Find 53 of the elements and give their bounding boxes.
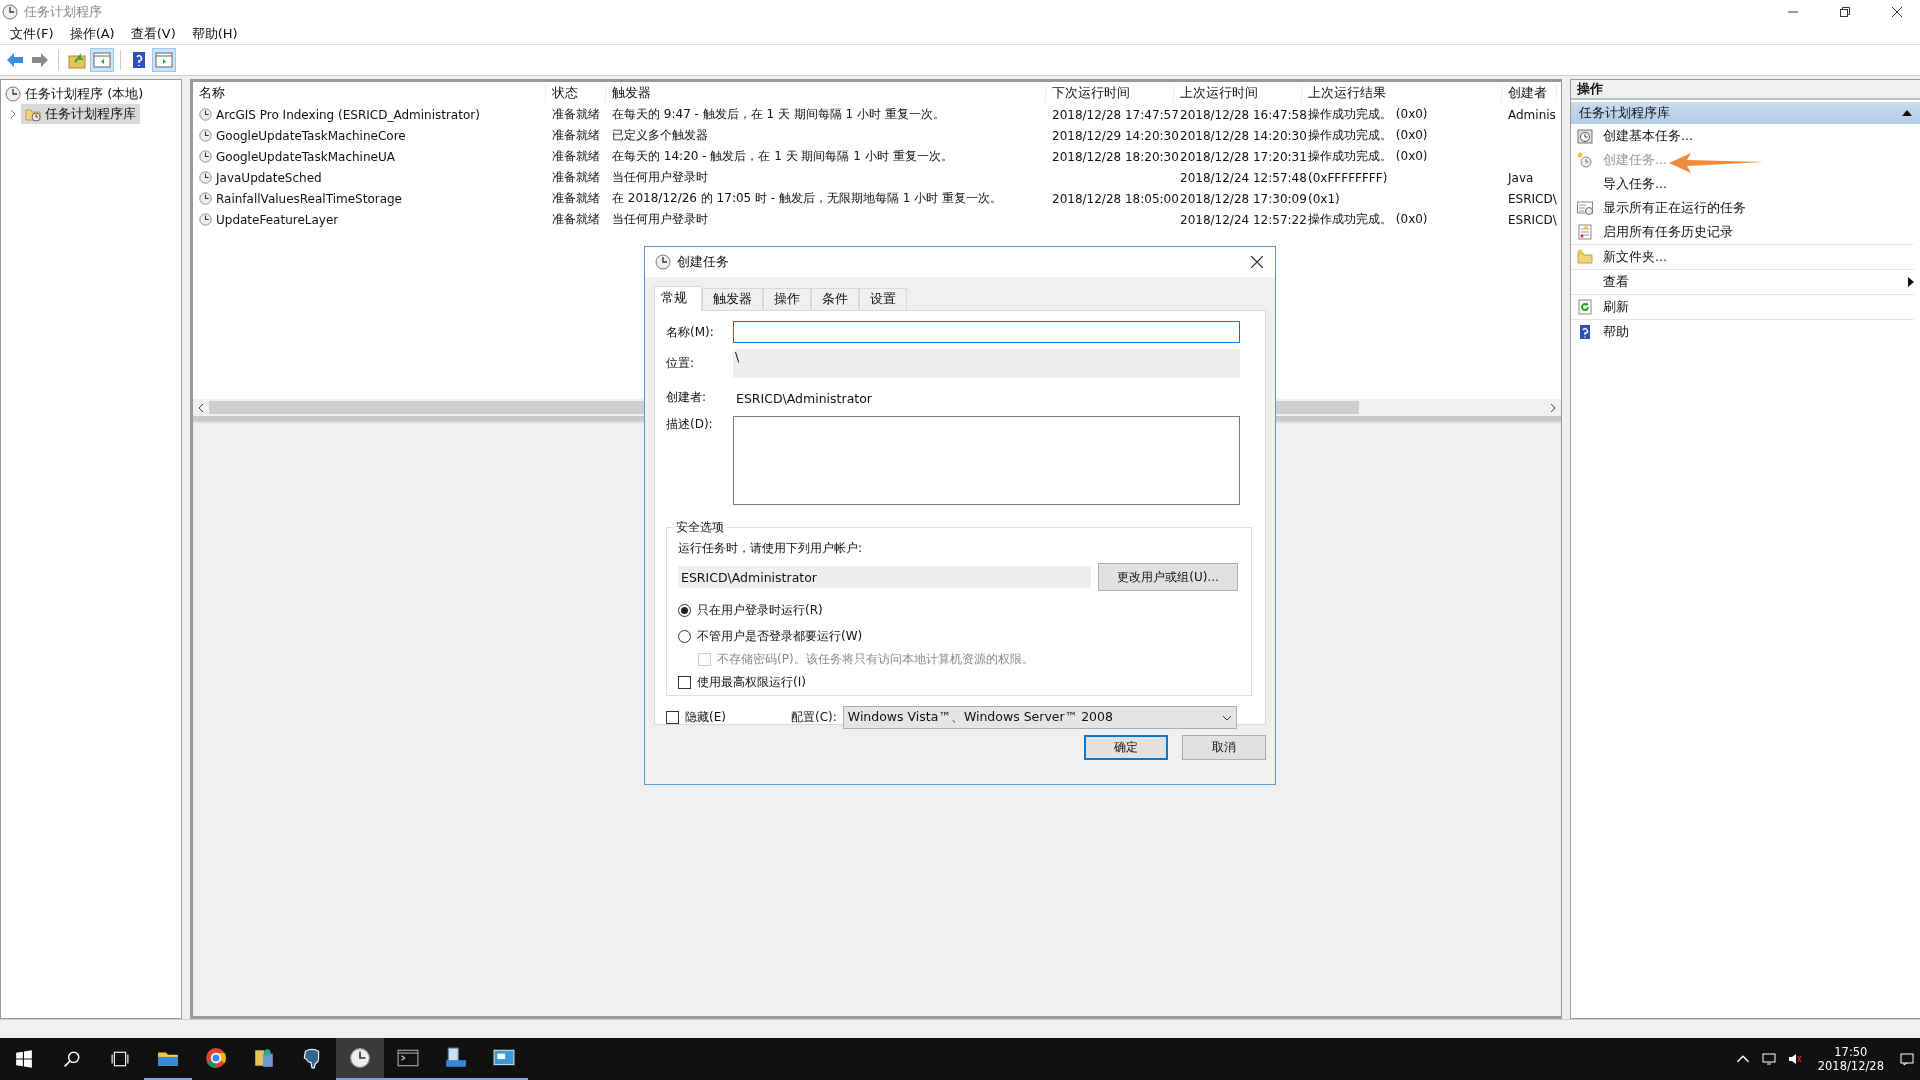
table-cell: ESRICD\ — [1508, 212, 1557, 227]
table-cell: 2018/12/28 17:30:09 — [1180, 191, 1307, 206]
table-cell: 2018/12/28 17:47:57 — [1052, 107, 1179, 122]
table-cell: (0xFFFFFFFF) — [1308, 170, 1388, 185]
table-cell: 2018/12/29 14:20:30 — [1052, 128, 1179, 143]
table-cell: 在每天的 9:47 - 触发后，在 1 天 期间每隔 1 小时 重复一次。 — [612, 106, 945, 123]
panel-header: 操作 — [1571, 80, 1920, 100]
table-cell: 在每天的 14:20 - 触发后，在 1 天 期间每隔 1 小时 重复一次。 — [612, 148, 953, 165]
location-field: \ — [733, 349, 1240, 378]
table-cell: 准备就绪 — [552, 127, 600, 144]
table-cell: 操作成功完成。 (0x0) — [1308, 148, 1428, 165]
table-cell: GoogleUpdateTaskMachineUA — [216, 149, 395, 164]
table-cell: 操作成功完成。 (0x0) — [1308, 127, 1428, 144]
table-cell: 在 2018/12/26 的 17:05 时 - 触发后，无限期地每隔 1 小时 重复一次。 — [612, 190, 1003, 207]
account-field: ESRICD\Administrator — [678, 566, 1091, 588]
table-cell: UpdateFeatureLayer — [216, 212, 339, 227]
clock-date: 2018/12/28 — [1817, 1059, 1884, 1073]
table-cell: 操作成功完成。 (0x0) — [1308, 211, 1428, 228]
table-cell: 2018/12/28 16:47:58 — [1180, 107, 1307, 122]
window-title: 任务计划程序 — [24, 3, 102, 21]
field-label: 描述(D): — [666, 416, 714, 433]
table-cell: (0x1) — [1308, 191, 1340, 206]
table-cell: 准备就绪 — [552, 106, 600, 123]
table-cell: GoogleUpdateTaskMachineCore — [216, 128, 406, 143]
table-cell: 操作成功完成。 (0x0) — [1308, 106, 1428, 123]
table-cell: 2018/12/24 12:57:48 — [1180, 170, 1307, 185]
table-cell: Adminis — [1508, 107, 1556, 122]
table-cell: 准备就绪 — [552, 190, 600, 207]
table-cell: 准备就绪 — [552, 169, 600, 186]
field-label: 创建者: — [666, 388, 708, 406]
table-cell: 2018/12/28 18:20:30 — [1052, 149, 1179, 164]
group-title: 安全选项 — [673, 519, 727, 536]
table-cell: JavaUpdateSched — [216, 170, 322, 185]
table-cell: 2018/12/24 12:57:22 — [1180, 212, 1307, 227]
field-label: 配置(C): — [791, 709, 837, 726]
table-cell: 2018/12/28 17:20:31 — [1180, 149, 1307, 164]
author-value: ESRICD\Administrator — [735, 390, 872, 408]
table-cell: 准备就绪 — [552, 148, 600, 165]
table-cell: 准备就绪 — [552, 211, 600, 228]
table-cell: 当任何用户登录时 — [612, 211, 708, 228]
clock-time: 17:50 — [1834, 1045, 1868, 1059]
table-cell: 2018/12/28 14:20:30 — [1180, 128, 1307, 143]
table-cell: ArcGIS Pro Indexing (ESRICD_Administrator) — [216, 107, 480, 122]
table-cell: Java — [1508, 170, 1534, 185]
table-cell: 2018/12/28 18:05:00 — [1052, 191, 1179, 206]
table-cell: ESRICD\ — [1508, 191, 1557, 206]
dialog-title: 创建任务 — [677, 253, 729, 271]
table-cell: 当任何用户登录时 — [612, 169, 708, 186]
prompt-text: 运行任务时，请使用下列用户帐户: — [678, 540, 864, 557]
table-cell: 已定义多个触发器 — [612, 127, 708, 144]
field-label: 位置: — [666, 355, 696, 372]
table-cell: RainfallValuesRealTimeStorage — [216, 191, 402, 206]
field-label: 名称(M): — [666, 323, 715, 341]
